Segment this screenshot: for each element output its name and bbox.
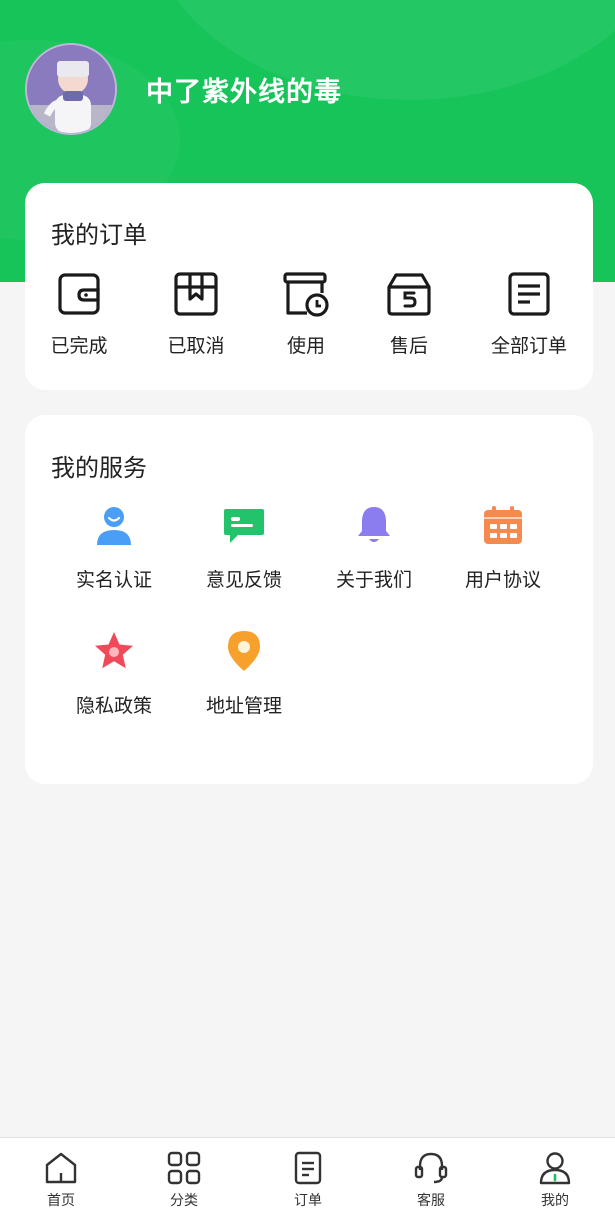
order-in-use-button[interactable]: 使用: [256, 269, 356, 369]
order-item-label: 使用: [286, 335, 325, 357]
calendar-icon: [484, 506, 522, 544]
tab-mine[interactable]: 我的: [515, 1150, 595, 1212]
avatar[interactable]: [25, 43, 117, 135]
service-real-name-button[interactable]: 实名认证: [59, 503, 169, 603]
orders-title: 我的订单: [51, 221, 147, 249]
bottom-tab-bar: 首页 分类 订单 客服 我的: [0, 1137, 615, 1215]
service-item-label: 意见反馈: [205, 569, 282, 591]
bell-icon: [358, 507, 390, 542]
order-item-label: 已完成: [50, 335, 108, 357]
order-item-label: 全部订单: [490, 335, 567, 357]
location-pin-icon: [228, 631, 260, 671]
order-all-button[interactable]: 全部订单: [479, 269, 579, 369]
service-item-label: 地址管理: [205, 695, 282, 717]
tab-label: 分类: [170, 1193, 198, 1209]
tab-orders[interactable]: 订单: [268, 1150, 348, 1212]
tab-label: 客服: [417, 1193, 445, 1209]
username: 中了紫外线的毒: [146, 77, 342, 108]
service-feedback-button[interactable]: 意见反馈: [189, 503, 299, 603]
user-verify-icon: [97, 507, 131, 545]
service-privacy-policy-button[interactable]: 隐私政策: [59, 629, 169, 729]
order-cancelled-button[interactable]: 已取消: [146, 269, 246, 369]
service-item-label: 隐私政策: [75, 695, 152, 717]
tab-customer-service[interactable]: 客服: [391, 1150, 471, 1212]
headset-icon: [414, 1152, 448, 1184]
tab-label: 我的: [541, 1193, 569, 1209]
service-item-label: 用户协议: [464, 569, 541, 591]
clock-document-icon: [283, 272, 329, 317]
document-icon: [294, 1151, 322, 1185]
order-after-sales-button[interactable]: 售后: [359, 269, 459, 369]
profile-page: 中了紫外线的毒 我的订单 已完成 已取消 使用 售后 全部订单 我的服务 实名认…: [0, 0, 615, 1215]
star-icon: [95, 632, 133, 669]
grid-icon: [167, 1151, 201, 1185]
return-box-icon: [387, 273, 431, 316]
order-item-label: 已取消: [167, 335, 225, 357]
tab-label: 订单: [294, 1193, 322, 1209]
order-item-label: 售后: [389, 335, 428, 357]
person-icon: [539, 1152, 571, 1185]
wallet-icon: [58, 273, 100, 315]
order-completed-button[interactable]: 已完成: [29, 269, 129, 369]
tab-home[interactable]: 首页: [21, 1150, 101, 1212]
chat-bubble-icon: [224, 509, 264, 543]
list-document-icon: [508, 272, 550, 316]
service-user-agreement-button[interactable]: 用户协议: [448, 503, 558, 603]
service-about-us-button[interactable]: 关于我们: [319, 503, 429, 603]
service-address-button[interactable]: 地址管理: [189, 629, 299, 729]
box-icon: [174, 272, 218, 316]
services-card: 我的服务 实名认证 意见反馈 关于我们 用户协议 隐私政策 地址管理: [25, 415, 593, 784]
services-title: 我的服务: [51, 454, 147, 482]
service-item-label: 实名认证: [75, 569, 152, 591]
tab-label: 首页: [47, 1193, 75, 1209]
service-item-label: 关于我们: [335, 569, 412, 591]
orders-card: 我的订单 已完成 已取消 使用 售后 全部订单: [25, 183, 593, 390]
home-icon: [45, 1152, 77, 1184]
tab-category[interactable]: 分类: [144, 1150, 224, 1212]
